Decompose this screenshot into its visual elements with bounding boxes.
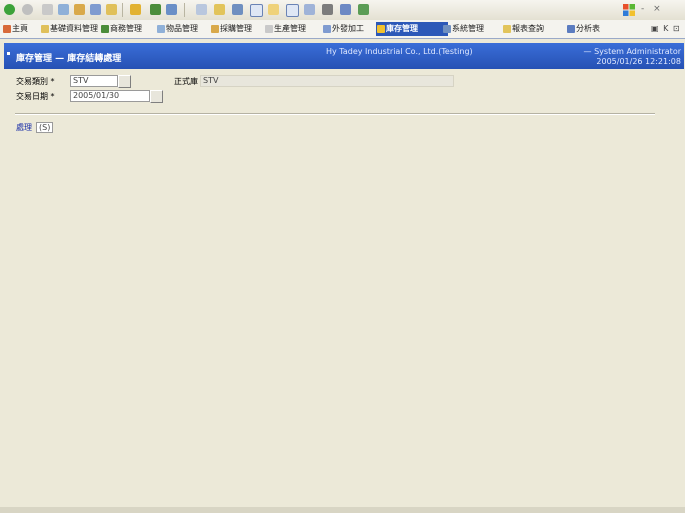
tab-inventory[interactable]: 庫存管理 [376,22,448,36]
back-icon[interactable] [4,4,15,15]
window-controls[interactable]: - × [641,4,681,16]
home-icon [3,25,11,33]
refresh-icon[interactable] [58,4,69,15]
transaction-type-label: 交易類別 * [16,77,55,86]
header-marker [7,52,10,55]
grid-icon[interactable] [286,4,299,17]
tab-outsourcing[interactable]: 外發加工 [322,22,384,36]
company-name: Hy Tadey Industrial Co., Ltd.(Testing) [326,47,473,56]
tab-label: 分析表 [576,24,600,33]
toolbar-separator [122,3,123,17]
folder-icon [503,25,511,33]
tab-analysis[interactable]: 分析表 [566,22,628,36]
history-icon[interactable] [130,4,141,15]
search-icon[interactable] [90,4,101,15]
tab-label: 生產管理 [274,24,306,33]
folder-icon [265,25,273,33]
tab-label: 庫存管理 [386,24,418,33]
tab-purchasing[interactable]: 採購管理 [210,22,272,36]
form-divider [15,113,655,115]
window-icon[interactable] [250,4,263,17]
home-icon[interactable] [74,4,85,15]
help-icon[interactable] [358,4,369,15]
tab-label: 主頁 [12,24,28,33]
tab-bar-icons[interactable]: ▣ K ⊡ [651,24,685,34]
page-header: 庫存管理 — 庫存結轉處理 Hy Tadey Industrial Co., L… [4,43,684,69]
tab-label: 外發加工 [332,24,364,33]
tab-label: 基礎資料管理 [50,24,98,33]
tab-system[interactable]: 系統管理 [442,22,508,36]
edit-icon[interactable] [196,4,207,15]
transaction-date-field[interactable]: 2005/01/30 [70,90,150,102]
folder-icon [211,25,219,33]
windows-logo-icon [623,4,635,16]
process-button-label: 處理 [16,123,32,132]
folder-icon [443,25,451,33]
tab-production[interactable]: 生產管理 [264,22,328,36]
folder-icon [41,25,49,33]
folder-icon [323,25,331,33]
save-icon[interactable] [340,4,351,15]
tab-business[interactable]: 商務管理 [100,22,164,36]
transaction-date-label: 交易日期 * [16,92,55,101]
tab-label: 系統管理 [452,24,484,33]
stop-icon[interactable] [42,4,53,15]
toolbar-separator [184,3,185,17]
mail-icon[interactable] [150,4,161,15]
remark-label: 正式庫 [174,77,198,86]
calendar-button[interactable] [150,90,163,103]
tab-label: 物品管理 [166,24,198,33]
folder-icon [377,25,385,33]
folder-icon [567,25,575,33]
tab-reports[interactable]: 報表查詢 [502,22,570,36]
tab-label: 採購管理 [220,24,252,33]
status-bar [0,507,685,513]
browser-toolbar: - × [0,0,685,20]
user-name: — System Administrator [583,47,681,56]
application-window: - × 主頁 基礎資料管理 商務管理 物品管理 採購管理 生產管理 外發加工 庫… [0,0,685,513]
process-shortcut: (S) [36,122,54,133]
print-icon[interactable] [166,4,177,15]
favorites-icon[interactable] [106,4,117,15]
tab-label: 商務管理 [110,24,142,33]
tab-basic-data[interactable]: 基礎資料管理 [40,22,108,36]
folder-icon [101,25,109,33]
transaction-type-field[interactable]: STV [70,75,118,87]
remark-field: STV [200,75,454,87]
header-date: 2005/01/26 12:21:08 [596,57,681,66]
forward-icon[interactable] [22,4,33,15]
tab-label: 報表查詢 [512,24,544,33]
user-icon[interactable] [322,4,333,15]
tab-items[interactable]: 物品管理 [156,22,218,36]
transaction-type-picker-button[interactable] [118,75,131,88]
folder-icon [157,25,165,33]
messenger-icon[interactable] [232,4,243,15]
globe-icon[interactable] [304,4,315,15]
window-icon-2[interactable] [268,4,279,15]
folder-icon[interactable] [214,4,225,15]
module-tab-bar: 主頁 基礎資料管理 商務管理 物品管理 採購管理 生產管理 外發加工 庫存管理 … [0,20,685,39]
process-button[interactable]: 處理 (S) [16,122,54,135]
page-title: 庫存管理 — 庫存結轉處理 [16,54,122,64]
